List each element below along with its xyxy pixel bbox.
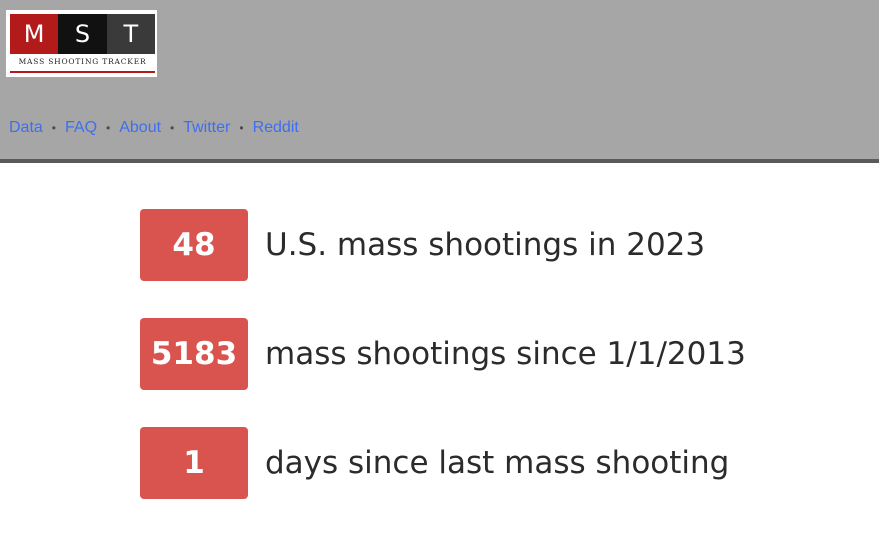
nav-link-twitter[interactable]: Twitter: [183, 119, 230, 137]
stat-row-days: 1 days since last mass shooting: [140, 427, 729, 499]
nav-separator: •: [51, 121, 56, 135]
logo-subtitle: MASS SHOOTING TRACKER: [18, 57, 147, 66]
stat-count-badge: 5183: [140, 318, 248, 390]
stat-count-badge: 48: [140, 209, 248, 281]
stat-label: mass shootings since 1/1/2013: [265, 336, 746, 372]
stat-row-total: 5183 mass shootings since 1/1/2013: [140, 318, 746, 390]
logo-letter-t: T: [106, 14, 155, 54]
stat-label: U.S. mass shootings in 2023: [265, 227, 706, 263]
mst-logo[interactable]: M S T MASS SHOOTING TRACKER: [6, 10, 157, 77]
nav-separator: •: [239, 121, 244, 135]
stat-label: days since last mass shooting: [265, 445, 730, 481]
nav-separator: •: [106, 121, 111, 135]
nav-link-about[interactable]: About: [119, 119, 161, 137]
nav-link-reddit[interactable]: Reddit: [253, 119, 299, 137]
site-header: M S T MASS SHOOTING TRACKER Data • FAQ •…: [0, 0, 879, 163]
logo-letter-blocks: M S T: [10, 14, 155, 54]
nav-separator: •: [170, 121, 175, 135]
nav-link-data[interactable]: Data: [9, 119, 43, 137]
stat-count-badge: 1: [140, 427, 248, 499]
logo-letter-s: S: [58, 14, 107, 54]
stat-row-year: 48 U.S. mass shootings in 2023: [140, 209, 705, 281]
nav-link-faq[interactable]: FAQ: [65, 119, 97, 137]
main-nav: Data • FAQ • About • Twitter • Reddit: [9, 117, 299, 139]
logo-letter-m: M: [10, 14, 59, 54]
logo-underline: [10, 71, 155, 73]
